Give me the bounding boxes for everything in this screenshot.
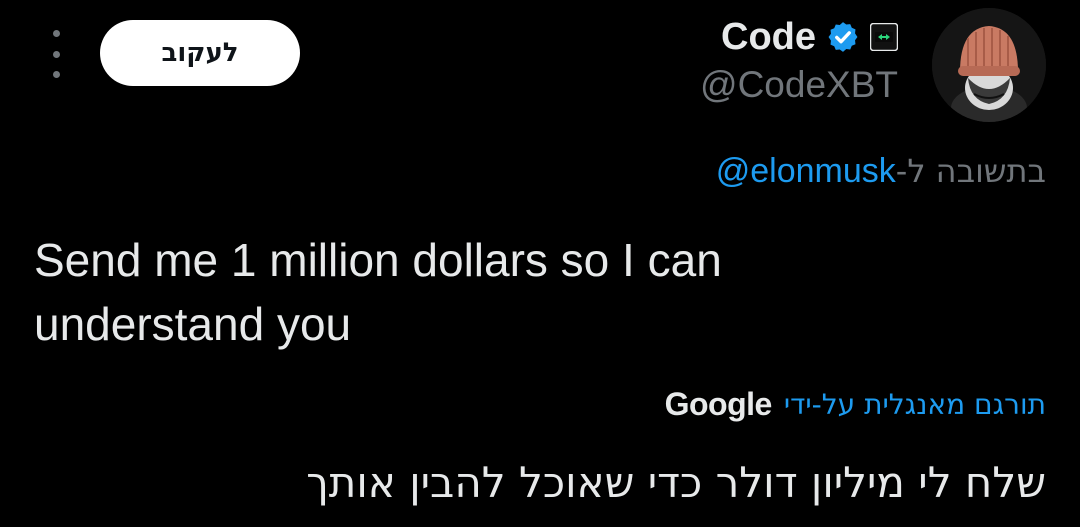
reply-context: בתשובה ל- @elonmusk [716, 152, 1046, 191]
menu-dot [52, 71, 60, 78]
follow-button[interactable]: לעקוב [100, 20, 300, 86]
reply-mention-link[interactable]: @elonmusk [716, 152, 896, 191]
author-handle[interactable]: @CodeXBT [700, 64, 898, 106]
translated-tweet-text: שלח לי מיליון דולר כדי שאוכל להבין אותך [306, 458, 1046, 507]
reply-prefix-label: בתשובה ל- [895, 152, 1046, 190]
verified-badge-icon[interactable] [826, 20, 860, 54]
tweet-text: Send me 1 million dollars so I can under… [34, 234, 722, 350]
affiliate-badge-icon[interactable] [870, 23, 898, 51]
translation-attribution: תורגם מאנגלית על-ידי Google [665, 386, 1046, 423]
menu-dot [52, 50, 60, 58]
google-logo: Google [664, 386, 773, 422]
translated-by-link[interactable]: תורגם מאנגלית על-ידי [784, 388, 1046, 421]
author-display-name[interactable]: Code [721, 16, 816, 59]
avatar[interactable] [932, 8, 1046, 122]
more-options-icon[interactable] [44, 30, 68, 78]
author-name-row[interactable]: Code [721, 14, 898, 60]
menu-dot [52, 30, 60, 37]
